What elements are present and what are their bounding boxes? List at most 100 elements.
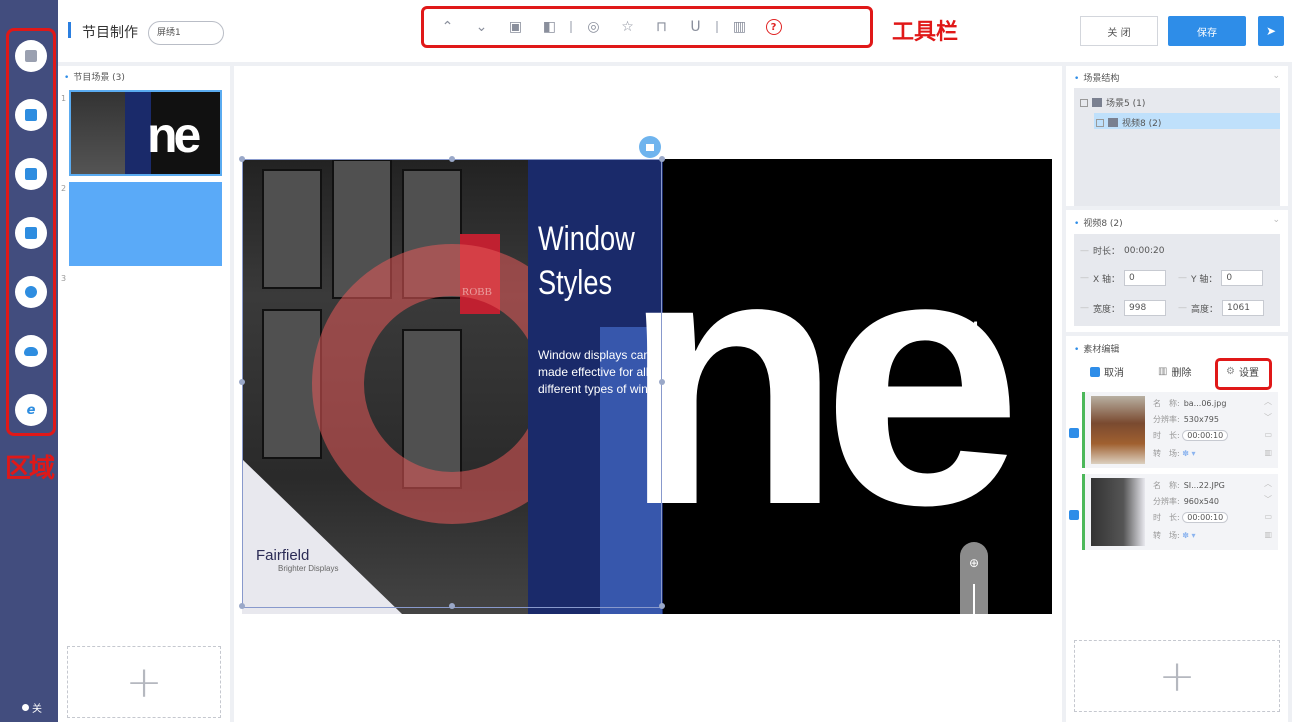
delete-button[interactable]: ▥ — [726, 16, 753, 38]
tree-node-label: 视频8 (2) — [1122, 119, 1162, 129]
asset-checkbox[interactable] — [1069, 510, 1079, 520]
add-asset-button[interactable]: + — [1074, 640, 1280, 712]
asset-thumbnail — [1091, 478, 1145, 546]
asset-resolution: 960x540 — [1183, 497, 1219, 506]
delete-asset-button[interactable]: ▥ 删除 — [1158, 364, 1191, 379]
asset-res-row: 分辨率: 530x795 — [1153, 414, 1219, 425]
resize-handle[interactable] — [449, 603, 455, 609]
rotate-handle[interactable] — [639, 136, 661, 158]
add-clock-button[interactable] — [15, 276, 47, 308]
transition-select[interactable]: ✽ ▾ — [1182, 449, 1195, 458]
add-web-button[interactable]: e — [15, 394, 47, 426]
video-icon — [1108, 118, 1118, 127]
asset-item[interactable]: 名 称: ba...06.jpg 分辨率: 530x795 时 长: 00:00:1… — [1082, 392, 1278, 468]
asset-checkbox[interactable] — [1069, 428, 1079, 438]
width-input[interactable]: 998 — [1124, 300, 1167, 316]
resize-handle[interactable] — [239, 156, 245, 162]
status-toggle[interactable]: 关 — [22, 700, 42, 715]
resize-handle[interactable] — [659, 156, 665, 162]
scene-thumbnail-1[interactable]: ne — [69, 90, 222, 176]
tree-node-video[interactable]: 视频8 (2) — [1096, 116, 1161, 129]
video-icon — [646, 143, 654, 151]
preview-button[interactable]: ◎ — [580, 16, 607, 38]
favorite-button[interactable]: ☆ — [614, 16, 641, 38]
trash-icon[interactable]: ▥ — [1264, 448, 1272, 457]
chevron-down-icon[interactable]: ⌄ — [1272, 71, 1280, 81]
structure-header: 场景结构 — [1074, 71, 1119, 84]
fairfield-logo: Fairfield Brighter Displays — [256, 547, 338, 573]
delete-icon: ▥ — [732, 19, 747, 35]
asset-dur-row: 时 长: 00:00:10 — [1153, 512, 1229, 523]
asset-trans-row: 转 场: ✽ ▾ — [1153, 448, 1196, 459]
toolbar: ⌃ ⌄ ▣ ◧ ◎ ☆ ⊓ Ս ▥ ? — [421, 6, 873, 48]
send-back-button[interactable]: ◧ — [536, 16, 563, 38]
link-icon[interactable]: ▭ — [1264, 512, 1272, 521]
send-back-icon: ◧ — [542, 19, 557, 35]
add-scene-button[interactable]: + — [67, 646, 221, 718]
link-icon[interactable]: ▭ — [1264, 430, 1272, 439]
chevron-up-icon[interactable]: ︿ — [1264, 396, 1272, 407]
move-up-button[interactable]: ⌃ — [434, 16, 461, 38]
trash-icon[interactable]: ▥ — [1264, 530, 1272, 539]
scene-thumbnail-2[interactable] — [69, 182, 222, 266]
chevron-down-icon[interactable]: ﹀ — [1264, 494, 1272, 505]
checkbox-icon — [1090, 366, 1100, 377]
snap-button[interactable]: Ս — [682, 16, 709, 38]
move-down-button[interactable]: ⌄ — [468, 16, 495, 38]
add-weather-button[interactable] — [15, 335, 47, 367]
stage[interactable]: ROBB Fairfield Brighter Displays Window S… — [242, 159, 1052, 614]
cancel-select-button[interactable]: 取消 — [1090, 364, 1124, 379]
asset-duration-input[interactable]: 00:00:10 — [1182, 512, 1229, 523]
transition-select[interactable]: ✽ ▾ — [1182, 531, 1195, 540]
zoom-control[interactable]: ⊕ ⊖ ✛ — [960, 542, 988, 614]
resize-handle[interactable] — [449, 156, 455, 162]
zoom-in-icon[interactable]: ⊕ — [960, 556, 988, 570]
structure-tree: 场景5 (1) 视频8 (2) — [1074, 88, 1280, 206]
asset-name-row: 名 称: SI...22.JPG — [1153, 480, 1225, 491]
resize-handle[interactable] — [659, 379, 665, 385]
chevron-down-icon[interactable]: ﹀ — [1264, 412, 1272, 423]
save-button[interactable]: 保存 — [1168, 16, 1246, 46]
height-input[interactable]: 1061 — [1222, 300, 1265, 316]
resize-handle[interactable] — [239, 379, 245, 385]
resize-handle[interactable] — [239, 603, 245, 609]
properties-panel: 视频8 (2) ⌄ —时长：00:00:20 —X 轴：0 —Y 轴：0 —宽度… — [1066, 210, 1288, 332]
move-up-icon: ⌃ — [441, 19, 454, 35]
help-button[interactable]: ? — [760, 16, 787, 38]
add-text-button[interactable] — [15, 158, 47, 190]
lock-button[interactable]: ⊓ — [648, 16, 675, 38]
toolbar-divider — [716, 21, 718, 33]
thumb-brand: ne — [147, 107, 201, 163]
collapse-icon[interactable] — [1080, 98, 1088, 107]
close-button[interactable]: 关 闭 — [1080, 16, 1158, 46]
brand-text: ne — [622, 178, 1022, 580]
resize-handle[interactable] — [659, 603, 665, 609]
asset-editor-header: 素材编辑 — [1074, 342, 1119, 355]
add-image-button[interactable] — [15, 99, 47, 131]
add-window-button[interactable] — [15, 40, 47, 72]
publish-button[interactable]: ➤ — [1258, 16, 1284, 46]
help-icon: ? — [765, 19, 782, 35]
status-label: 关 — [32, 704, 42, 715]
slot-number: 3 — [61, 274, 67, 283]
tree-node-scene[interactable]: 场景5 (1) — [1080, 96, 1145, 109]
chevron-down-icon[interactable]: ⌄ — [1272, 215, 1280, 225]
chevron-up-icon[interactable]: ︿ — [1264, 478, 1272, 489]
calendar-icon — [25, 227, 37, 239]
web-icon: e — [26, 402, 36, 418]
bring-front-button[interactable]: ▣ — [502, 16, 529, 38]
program-name-input[interactable]: 屏绣1 — [148, 21, 224, 45]
add-calendar-button[interactable] — [15, 217, 47, 249]
store-window — [262, 169, 322, 289]
scene-icon — [1092, 98, 1102, 107]
settings-highlight — [1215, 358, 1272, 390]
logo-subtext: Brighter Displays — [278, 564, 339, 573]
logo-background — [242, 459, 402, 614]
asset-item[interactable]: 名 称: SI...22.JPG 分辨率: 960x540 时 长: 00:00:1… — [1082, 474, 1278, 550]
preview-icon: ◎ — [587, 19, 600, 35]
asset-duration-input[interactable]: 00:00:10 — [1182, 430, 1229, 441]
properties-header: 视频8 (2) — [1074, 216, 1122, 229]
magnet-icon: Ս — [690, 19, 701, 35]
x-input[interactable]: 0 — [1124, 270, 1167, 286]
y-input[interactable]: 0 — [1221, 270, 1264, 286]
